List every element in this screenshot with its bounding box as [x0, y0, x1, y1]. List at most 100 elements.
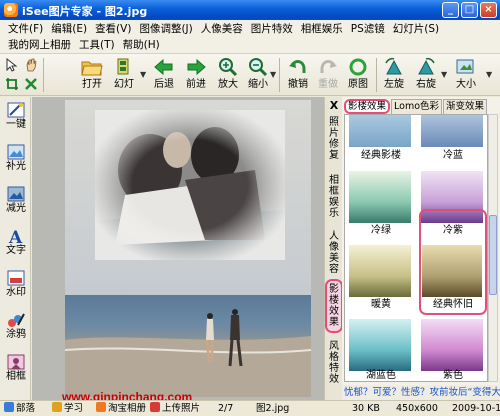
original-icon	[347, 56, 369, 78]
redo-label: 重做	[318, 79, 338, 90]
one-click-tool[interactable]: 一键	[1, 99, 31, 135]
tab-lomo-color[interactable]: Lomo色彩	[391, 99, 443, 114]
effect-thumbnail-lake-blue[interactable]	[349, 319, 411, 371]
main-toolbar: 打开 幻灯 ▼ 后退 前进 放大 缩小 ▼ 撤销 重做 原图 左旋 右旋 ▼ 大…	[0, 54, 500, 96]
menu-online-album[interactable]: 我的网上相册	[4, 37, 75, 53]
watermark-icon	[6, 269, 26, 287]
doodle-tool[interactable]: 涂鸦	[1, 309, 31, 345]
tab-portrait-beauty[interactable]: 人像美容	[326, 231, 342, 277]
undo-icon	[287, 56, 309, 78]
tab-studio-effect[interactable]: 影楼效果	[344, 99, 391, 114]
scrollbar-thumb[interactable]	[489, 215, 497, 295]
text-label: 文字	[6, 245, 26, 256]
crop-icon[interactable]	[3, 75, 20, 92]
tab-frame-fun[interactable]: 相框娱乐	[326, 175, 342, 221]
zoom-dropdown-icon[interactable]: ▼	[270, 70, 276, 79]
back-button[interactable]: 后退	[148, 55, 180, 95]
effect-thumbnail-cold-green[interactable]	[349, 171, 411, 223]
upload-photo-link[interactable]: 上传照片	[150, 401, 200, 416]
menu-row-main: 文件(F) 编辑(E) 查看(V) 图像调整(J) 人像美容 图片特效 相框娱乐…	[4, 21, 443, 37]
reduce-light-tool[interactable]: 减光	[1, 183, 31, 219]
slideshow-dropdown-icon[interactable]: ▼	[140, 70, 146, 79]
rotate-left-button[interactable]: 左旋	[378, 55, 410, 95]
open-button[interactable]: 打开	[76, 55, 108, 95]
menu-image-adjust[interactable]: 图像调整(J)	[135, 21, 196, 37]
close-button[interactable]: ×	[480, 2, 497, 18]
title-bar: iSee图片专家 - 图2.jpg _ □ ×	[0, 0, 500, 20]
menu-ps-filters[interactable]: PS滤镜	[347, 21, 389, 37]
photo-canvas[interactable]	[32, 97, 324, 400]
rotate-right-button[interactable]: 右旋	[410, 55, 442, 95]
close-panel-button[interactable]: X	[326, 100, 342, 111]
file-name: 图2.jpg	[256, 403, 290, 414]
left-tool-sidebar: 一键 补光 减光 A 文字 水印 涂鸦 相框	[0, 97, 31, 400]
file-size: 30 KB	[352, 403, 380, 414]
text-tool[interactable]: A 文字	[1, 225, 31, 261]
tab-studio-effects[interactable]: 影楼效果	[325, 279, 343, 333]
effect-label: 冷蓝	[443, 150, 463, 161]
image-dimensions: 450x600	[396, 403, 438, 414]
frame-tool[interactable]: 相框	[1, 351, 31, 387]
effect-thumbnail-warm-yellow[interactable]	[349, 245, 411, 297]
forward-label: 前进	[186, 79, 206, 90]
promo-banner-link[interactable]: 忧郁？可爱？性感？攻前妆后“变得大”	[342, 385, 500, 400]
tribe-icon	[4, 402, 14, 412]
edited-photo	[65, 100, 311, 397]
slideshow-button[interactable]: 幻灯	[108, 55, 140, 95]
window-controls: _ □ ×	[442, 2, 497, 18]
tab-style-effects[interactable]: 风格特效	[326, 341, 342, 387]
effect-thumbnail[interactable]	[349, 115, 411, 147]
original-button[interactable]: 原图	[342, 55, 374, 95]
tribe-link[interactable]: 部落	[4, 401, 35, 416]
rotate-left-icon	[383, 56, 405, 78]
back-label: 后退	[154, 79, 174, 90]
paint-icon	[6, 311, 26, 329]
fill-light-label: 补光	[6, 161, 26, 172]
forward-button[interactable]: 前进	[180, 55, 212, 95]
zoom-in-icon	[217, 56, 239, 78]
arrow-right-icon	[185, 56, 207, 78]
effects-grid: 经典影楼 冷蓝 冷绿 冷紫 暖黄 经典怀旧 湖蓝色 紫色	[344, 114, 488, 382]
menu-help[interactable]: 帮助(H)	[119, 37, 164, 53]
rotate-right-icon	[415, 56, 437, 78]
frame-label: 相框	[6, 371, 26, 382]
taobao-icon	[96, 402, 106, 412]
effect-label: 经典影楼	[361, 150, 401, 161]
menu-tools[interactable]: 工具(T)	[75, 37, 119, 53]
menu-effects[interactable]: 图片特效	[247, 21, 297, 37]
effects-scrollbar[interactable]	[488, 114, 498, 382]
menu-frames[interactable]: 相框娱乐	[297, 21, 347, 37]
rotate-dropdown-icon[interactable]: ▼	[441, 70, 447, 79]
menu-edit[interactable]: 编辑(E)	[47, 21, 91, 37]
slideshow-label: 幻灯	[114, 79, 134, 90]
learn-link[interactable]: 学习	[52, 401, 83, 416]
tab-photo-repair[interactable]: 照片修复	[326, 117, 342, 163]
cursor-icon[interactable]	[3, 56, 20, 73]
status-bar: 部落 学习 淘宝相册 上传照片 2/7 图2.jpg 30 KB 450x600…	[0, 400, 500, 416]
zoom-in-button[interactable]: 放大	[212, 55, 244, 95]
maximize-button[interactable]: □	[461, 2, 478, 18]
fill-light-tool[interactable]: 补光	[1, 141, 31, 177]
effect-thumbnail-purple[interactable]	[421, 319, 483, 371]
menu-view[interactable]: 查看(V)	[91, 21, 135, 37]
watermark-tool[interactable]: 水印	[1, 267, 31, 303]
minimize-button[interactable]: _	[442, 2, 459, 18]
size-button[interactable]: 大小	[450, 55, 482, 95]
toolbar-separator	[43, 58, 44, 92]
delete-icon[interactable]	[22, 75, 39, 92]
menu-file[interactable]: 文件(F)	[4, 21, 47, 37]
effect-label: 暖黄	[371, 299, 391, 310]
undo-button[interactable]: 撤销	[282, 55, 314, 95]
effect-thumbnail[interactable]	[421, 115, 483, 147]
taobao-album-link[interactable]: 淘宝相册	[96, 401, 146, 416]
menu-slideshow[interactable]: 幻灯片(S)	[389, 21, 443, 37]
redo-button[interactable]: 重做	[312, 55, 344, 95]
rotate-left-label: 左旋	[384, 79, 404, 90]
upload-icon	[150, 402, 160, 412]
toolbar-separator	[279, 58, 280, 92]
tab-gradient-effect[interactable]: 渐变效果	[443, 99, 488, 114]
effect-thumbnail-classic-nostalgia[interactable]	[422, 245, 484, 297]
menu-portrait[interactable]: 人像美容	[197, 21, 247, 37]
hand-icon[interactable]	[22, 56, 39, 73]
size-dropdown-icon[interactable]: ▼	[486, 70, 492, 79]
